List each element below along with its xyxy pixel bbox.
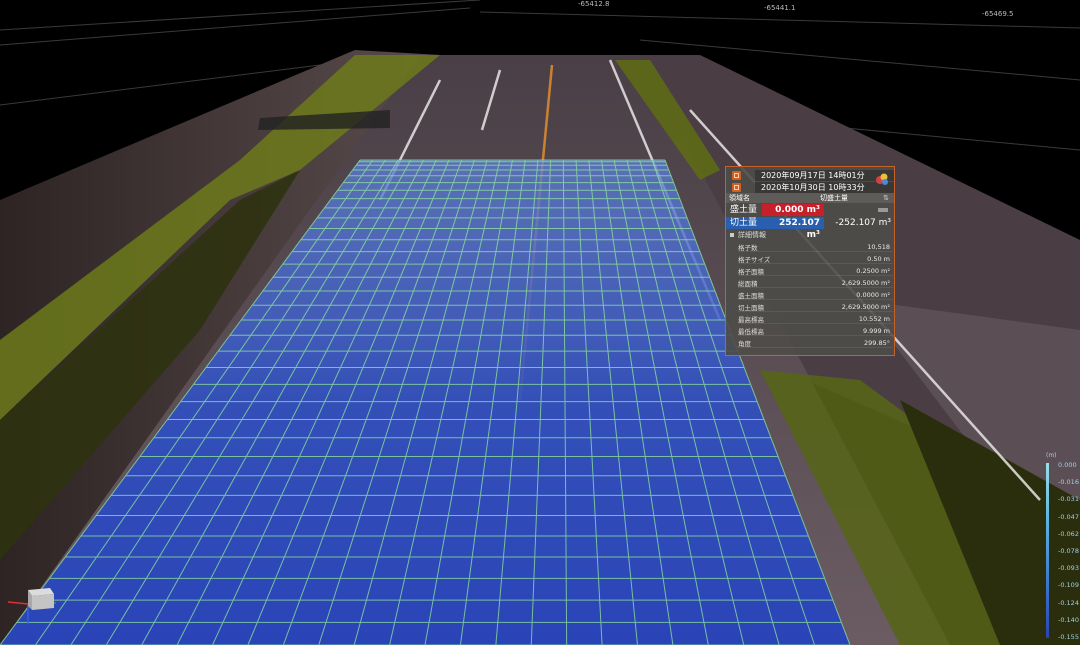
detail-value: 10.552 m xyxy=(858,314,890,323)
volume-info-panel: 2020年09月17日 14時01分 2020年10月30日 10時33分 領域… xyxy=(725,166,895,356)
cut-row: 切土量 252.107 m³ -252.107 m³ xyxy=(726,216,894,240)
detail-row: 格子面積 0.2500 m² xyxy=(738,266,893,276)
legend-tick: -0.124 xyxy=(1058,598,1079,607)
detail-label: 角度 xyxy=(738,339,751,348)
legend-tick: -0.031 xyxy=(1058,495,1079,504)
detail-row: 最低標高 9.999 m xyxy=(738,326,893,336)
detail-value: 299.85° xyxy=(864,338,890,347)
detail-label: 最低標高 xyxy=(738,327,764,336)
legend-tick: 0.000 xyxy=(1058,461,1077,469)
palette-icon[interactable] xyxy=(874,171,890,187)
legend-tick: -0.078 xyxy=(1058,547,1079,555)
detail-row: 最高標高 10.552 m xyxy=(738,314,893,324)
net-value: -252.107 m³ xyxy=(835,217,891,228)
legend-tick: -0.093 xyxy=(1058,564,1079,573)
date-before-row: 2020年09月17日 14時01分 xyxy=(726,169,894,181)
detail-label: 盛土面積 xyxy=(738,291,764,300)
coord-label-2: -65441.1 xyxy=(764,4,796,12)
panel-header-row: 領域名 切盛土量 ⇅ xyxy=(726,193,894,203)
point-cloud-viewport[interactable] xyxy=(0,0,1080,645)
after-survey-icon[interactable] xyxy=(732,182,741,192)
detail-row: 切土面積 2,629.5000 m² xyxy=(738,302,893,312)
before-survey-icon[interactable] xyxy=(732,170,741,180)
cut-value: 252.107 m³ xyxy=(762,216,824,240)
legend-tick: -0.016 xyxy=(1058,478,1079,487)
detail-title-row[interactable]: 詳細情報 xyxy=(726,230,894,240)
navigation-cube-icon[interactable] xyxy=(6,578,66,628)
coord-label-3: -65469.5 xyxy=(982,10,1014,18)
legend-tick: -0.047 xyxy=(1058,512,1079,521)
legend-color-bar xyxy=(1046,463,1049,638)
detail-value: 2,629.5000 m² xyxy=(841,302,890,311)
date-after-row: 2020年10月30日 10時33分 xyxy=(726,181,894,193)
detail-row: 角度 299.85° xyxy=(738,338,893,348)
fill-label: 盛土量 xyxy=(730,205,758,215)
detail-value: 2,629.5000 m² xyxy=(841,278,890,287)
detail-value: 10,518 xyxy=(867,242,890,251)
fill-value: 0.000 m³ xyxy=(762,204,824,216)
detail-label: 総面積 xyxy=(738,279,758,288)
detail-label: 格子面積 xyxy=(738,267,764,276)
legend-tick: -0.155 xyxy=(1058,633,1079,641)
legend-tick: -0.062 xyxy=(1058,529,1079,538)
detail-value: 0.2500 m² xyxy=(856,266,890,275)
legend-tick: -0.109 xyxy=(1058,581,1079,590)
cut-label: 切土量 xyxy=(726,216,762,229)
coord-label-1: -65412.8 xyxy=(578,0,610,8)
detail-row: 総面積 2,629.5000 m² xyxy=(738,278,893,288)
detail-value: 9.999 m xyxy=(862,326,890,335)
detail-row: 格子サイズ 0.50 m xyxy=(738,254,893,264)
collapse-icon[interactable] xyxy=(878,208,888,212)
legend-tick: -0.140 xyxy=(1058,615,1079,624)
detail-row: 格子数 10,518 xyxy=(738,242,893,252)
elevation-legend: (m) 0.000 -0.016 -0.031 -0.047 -0.062 -0.078 -… xyxy=(1038,452,1080,642)
detail-label: 最高標高 xyxy=(738,315,764,324)
detail-row: 盛土面積 0.0000 m² xyxy=(738,290,893,300)
detail-label: 格子サイズ xyxy=(738,255,771,264)
detail-value: 0.0000 m² xyxy=(856,290,890,299)
fill-row: 盛土量 0.000 m³ xyxy=(726,204,894,216)
detail-label: 切土面積 xyxy=(738,303,764,312)
legend-unit: (m) xyxy=(1046,452,1057,459)
sort-icon[interactable]: ⇅ xyxy=(879,194,893,202)
detail-label: 格子数 xyxy=(738,243,758,252)
header-area-name: 領域名 xyxy=(729,194,750,202)
detail-title: 詳細情報 xyxy=(738,231,766,239)
header-cut-fill: 切盛土量 xyxy=(820,194,848,202)
detail-value: 0.50 m xyxy=(867,254,890,263)
expand-icon[interactable] xyxy=(730,233,734,237)
